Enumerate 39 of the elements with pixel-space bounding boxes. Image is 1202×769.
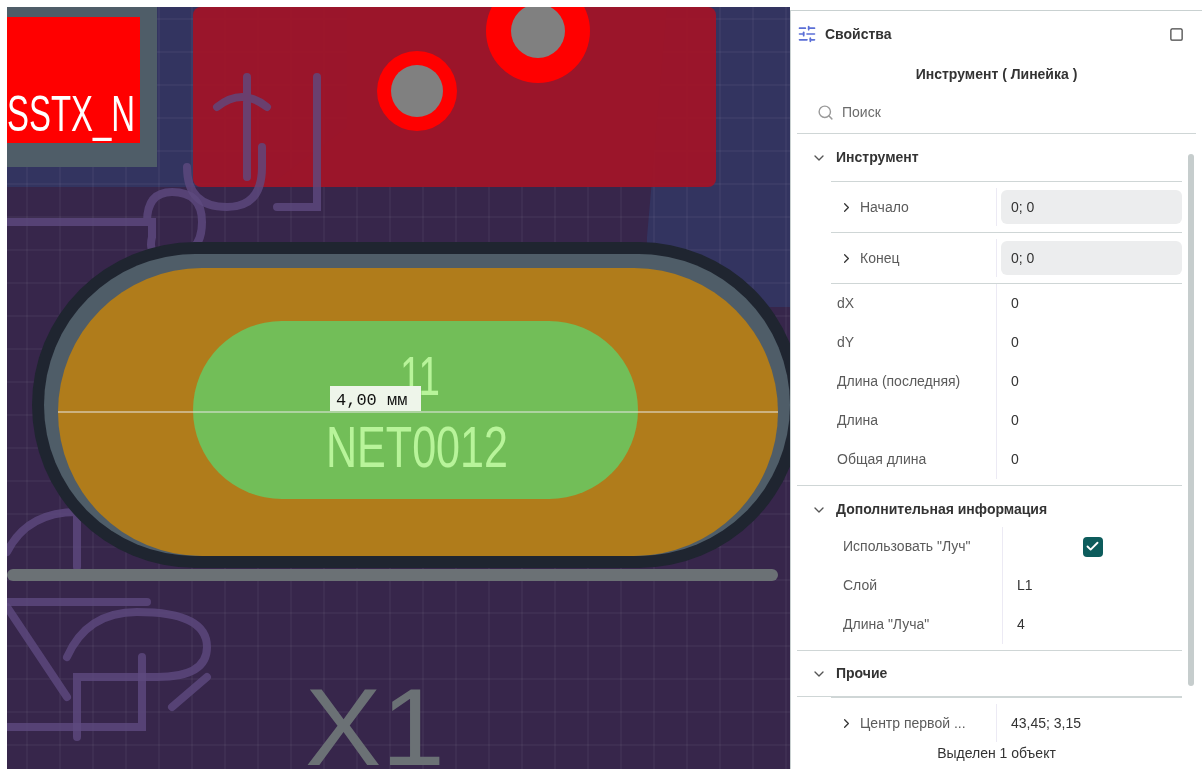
scrollbar-thumb[interactable] (1188, 154, 1194, 686)
check-icon (1085, 539, 1100, 554)
measurement-label: 4,00 мм (330, 386, 421, 411)
net-label: NET0012 (326, 414, 572, 479)
property-value: 43,45; 3,15 (1011, 713, 1082, 733)
property-value: 4 (1017, 615, 1025, 634)
search-icon (817, 103, 834, 121)
property-value: 0 (1011, 372, 1019, 391)
property-label: Длина (837, 411, 878, 430)
property-label: Слой (843, 576, 878, 595)
section-header[interactable]: Инструмент (797, 134, 1182, 181)
value-field[interactable]: 0; 0 (1001, 241, 1182, 275)
pad-label: SSTX_N (7, 86, 202, 142)
via-hole (511, 7, 565, 58)
property-label: dY (837, 333, 855, 352)
property-value: 0 (1011, 333, 1019, 352)
settings-icon (797, 24, 817, 44)
via-hole (391, 65, 443, 117)
property-group-toggle[interactable]: Начало (831, 182, 996, 232)
panel-subtitle: Инструмент ( Линейка ) (915, 64, 1078, 84)
property-label: dX (837, 294, 855, 313)
property-group-toggle[interactable]: Конец (831, 233, 996, 283)
property-label: Использовать "Луч" (843, 537, 971, 556)
maximize-button[interactable] (1169, 26, 1184, 42)
property-value: 0 (1011, 450, 1019, 469)
section-header[interactable]: Прочие (797, 651, 1182, 697)
status-text: Выделен 1 объект (937, 744, 1056, 763)
property-value: 0 (1011, 294, 1019, 313)
property-value: 0 (1011, 411, 1019, 430)
panel-title: Свойства (825, 24, 893, 44)
property-label: Длина "Луча" (843, 615, 930, 634)
checkbox[interactable] (1082, 536, 1103, 557)
property-value: L1 (1017, 576, 1033, 595)
value-field[interactable]: 0; 0 (1001, 190, 1182, 224)
property-label: Общая длина (837, 450, 927, 469)
property-group-toggle[interactable]: Центр первой ... (831, 698, 996, 743)
designator-label: X1 (305, 665, 440, 769)
search-field[interactable]: Поиск (842, 97, 1196, 127)
property-label: Длина (последняя) (837, 372, 961, 391)
